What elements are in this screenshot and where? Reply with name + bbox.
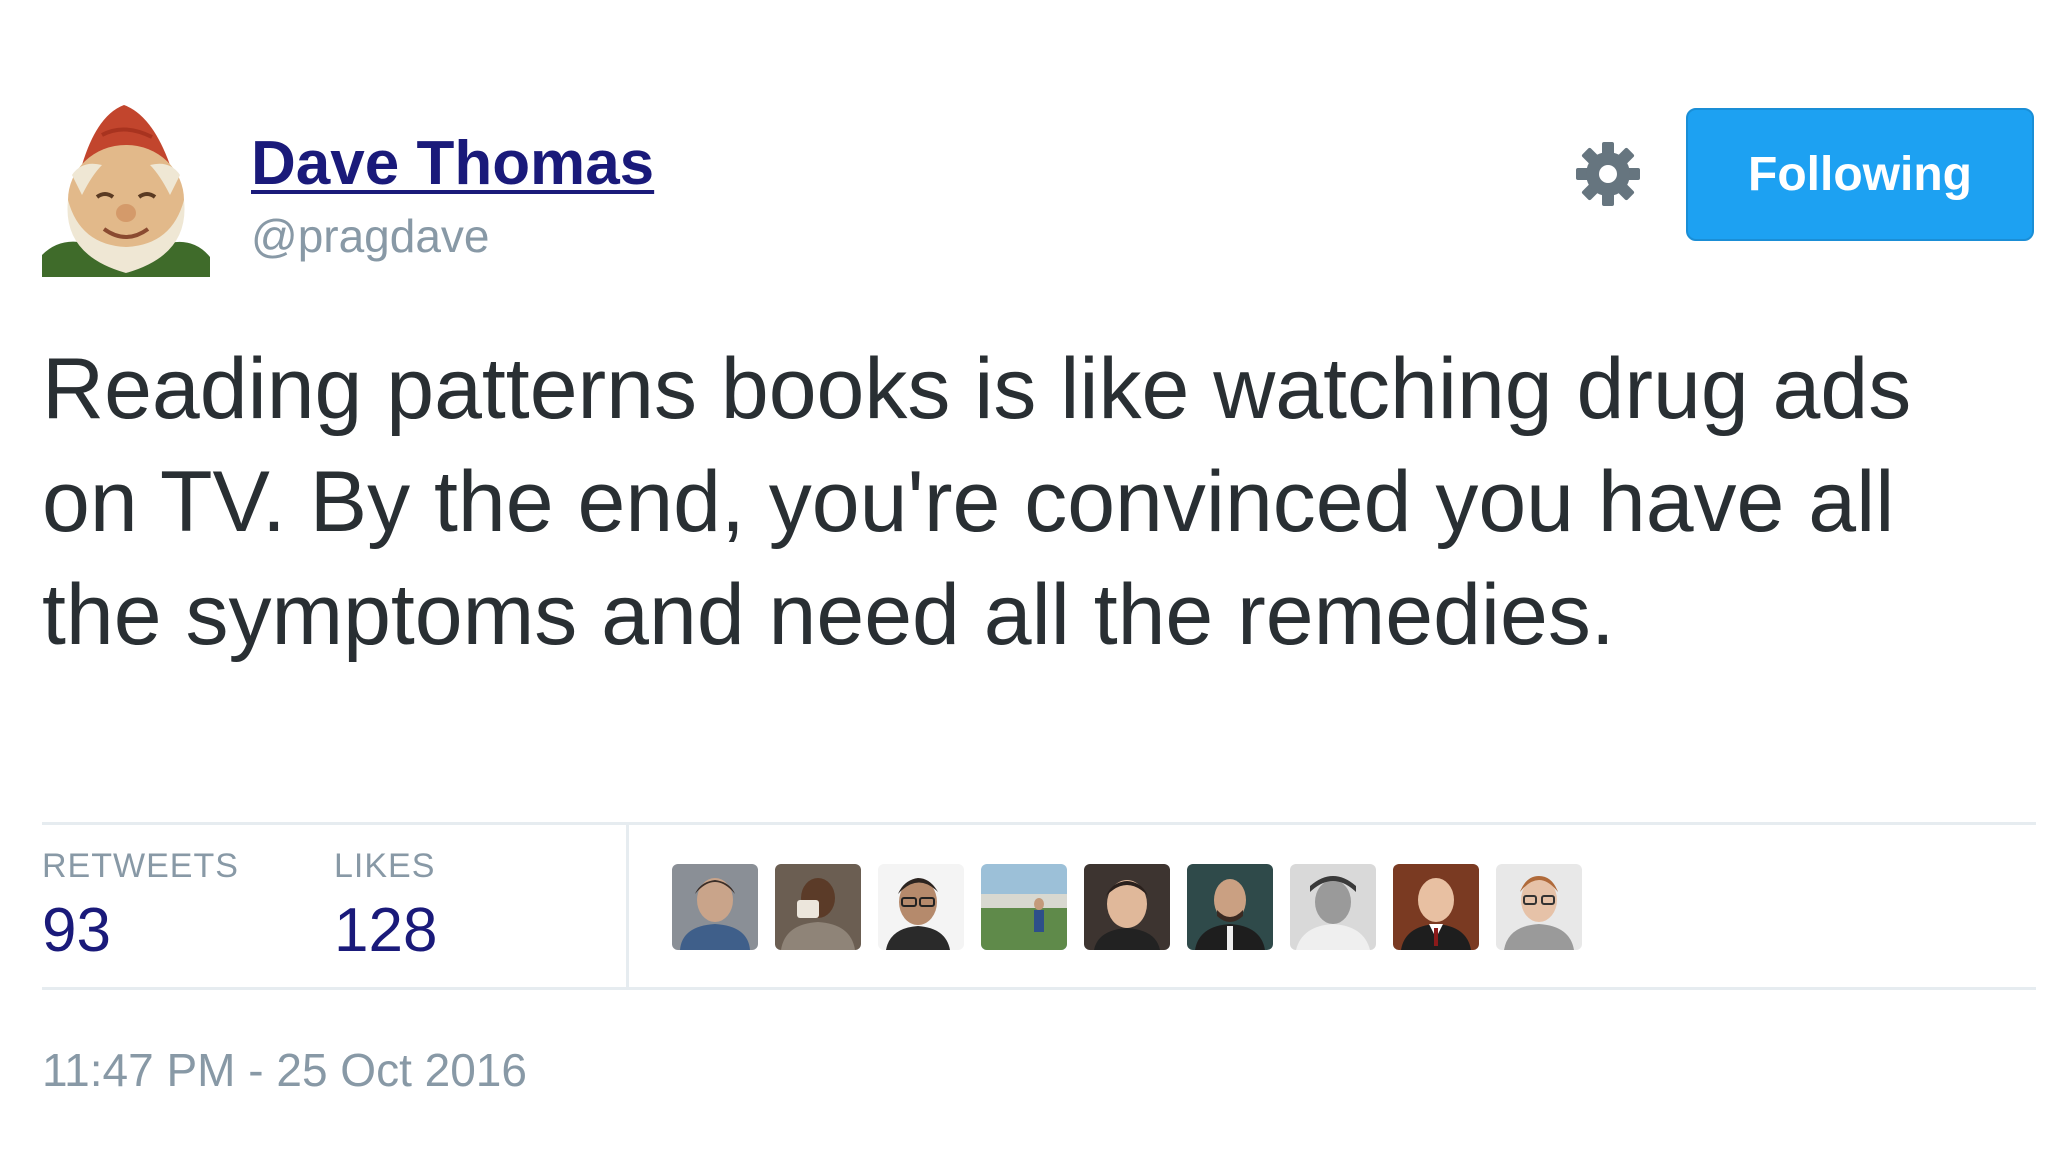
liker-avatar-6[interactable]: [1187, 864, 1273, 950]
stats-top-divider: [42, 822, 2036, 825]
liker-avatar-5[interactable]: [1084, 864, 1170, 950]
liker-avatar-9[interactable]: [1496, 864, 1582, 950]
user-avatar-icon: [1290, 864, 1376, 950]
gear-icon[interactable]: [1572, 138, 1644, 210]
user-avatar-icon: [1393, 864, 1479, 950]
liker-avatar-1[interactable]: [672, 864, 758, 950]
tweet-card: Dave Thomas @pragdave Following Reading …: [0, 0, 2048, 1150]
liker-avatar-7[interactable]: [1290, 864, 1376, 950]
liker-avatar-2[interactable]: [775, 864, 861, 950]
author-display-name[interactable]: Dave Thomas: [251, 124, 654, 204]
user-avatar-icon: [1084, 864, 1170, 950]
tweet-timestamp[interactable]: 11:47 PM - 25 Oct 2016: [42, 1040, 527, 1100]
retweets-stat[interactable]: RETWEETS 93: [42, 845, 239, 971]
liker-avatar-3[interactable]: [878, 864, 964, 950]
author-avatar[interactable]: [42, 105, 210, 277]
user-avatar-icon: [672, 864, 758, 950]
retweets-label: RETWEETS: [42, 847, 239, 885]
liker-avatar-8[interactable]: [1393, 864, 1479, 950]
user-avatar-icon: [1187, 864, 1273, 950]
likes-count: 128: [334, 896, 438, 965]
author-handle[interactable]: @pragdave: [251, 206, 654, 266]
user-avatar-icon: [1496, 864, 1582, 950]
user-avatar-icon: [981, 864, 1067, 950]
user-avatar-icon: [775, 864, 861, 950]
stats-bottom-divider: [42, 987, 2036, 990]
author-name-block: Dave Thomas @pragdave: [251, 124, 654, 266]
following-button[interactable]: Following: [1686, 108, 2034, 241]
retweets-count: 93: [42, 896, 111, 965]
garden-gnome-avatar-icon: [42, 105, 210, 277]
tweet-text: Reading patterns books is like watching …: [42, 341, 1912, 663]
likes-label: LIKES: [334, 847, 436, 885]
user-avatar-icon: [878, 864, 964, 950]
stats-vertical-divider: [626, 822, 629, 990]
likes-stat[interactable]: LIKES 128: [334, 845, 437, 971]
liker-avatar-4[interactable]: [981, 864, 1067, 950]
